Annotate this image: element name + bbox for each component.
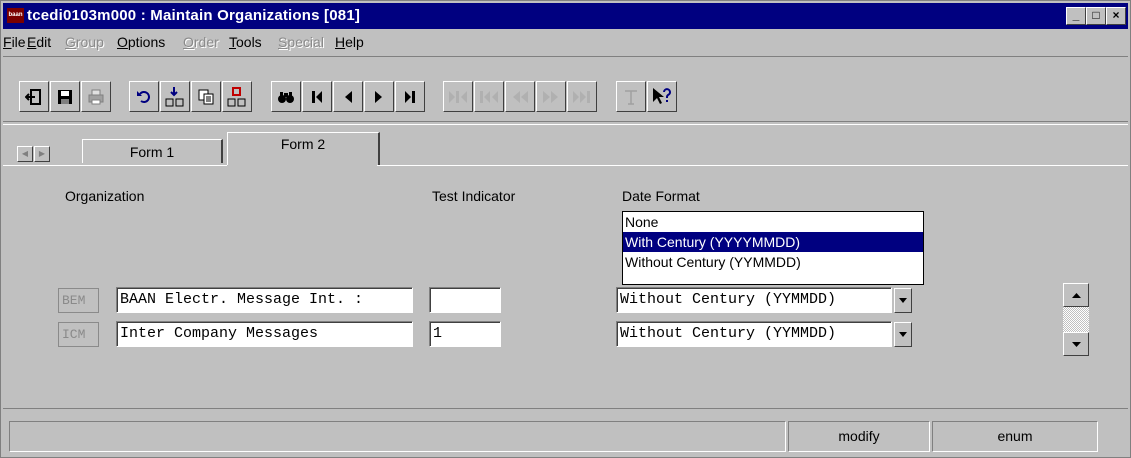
undo-button[interactable] [129,81,159,112]
test-indicator-field[interactable]: 1 [429,321,501,347]
first-group-icon [449,90,467,103]
toolbar [3,56,1128,127]
date-format-select[interactable]: Without Century (YYMMDD) [616,287,892,313]
find-button[interactable] [271,81,301,112]
organization-column-label: Organization [65,188,145,204]
insert-record-icon [165,86,184,106]
arrow-down-icon [1071,341,1081,347]
organization-description-field[interactable]: BAAN Electr. Message Int. : [116,287,413,313]
date-format-dropdown-list: None With Century (YYYYMMDD) Without Cen… [622,211,924,285]
menu-help[interactable]: Help [335,34,364,50]
save-button[interactable] [50,81,80,112]
dropdown-option-with-century[interactable]: With Century (YYYYMMDD) [623,232,923,252]
exit-icon [25,88,41,105]
first-record-icon [312,90,322,103]
scrollbar-track[interactable] [1063,307,1089,332]
scroll-down-button[interactable] [1063,332,1089,356]
last-record-icon [405,90,415,103]
find-icon [278,91,294,103]
menu-group[interactable]: Group [65,34,104,50]
previous-set-button[interactable] [505,81,535,112]
undo-icon [137,90,150,103]
test-indicator-field[interactable] [429,287,501,313]
title-bar[interactable]: baan tcedi0103m000 : Maintain Organizati… [3,3,1128,29]
first-record-button[interactable] [302,81,332,112]
exit-button[interactable] [19,81,49,112]
print-icon [88,89,104,104]
context-help-button[interactable] [647,81,677,112]
organization-code-field[interactable]: ICM [58,322,99,347]
close-button[interactable]: × [1106,7,1126,25]
text-icon [625,89,637,105]
last-group-button[interactable] [567,81,597,112]
next-set-button[interactable] [536,81,566,112]
minimize-icon: _ [1072,8,1080,22]
menu-order[interactable]: Order [183,34,219,50]
menu-bar: File Edit Group Options Order Tools Spec… [3,31,1128,53]
chevron-down-icon [899,298,907,303]
baan-app-icon[interactable]: baan [7,8,24,23]
status-mode: modify [788,421,930,452]
tab-form-2[interactable]: Form 2 [227,132,380,165]
copy-icon [198,89,214,104]
previous-record-button[interactable] [333,81,363,112]
active-tab-gap [227,165,377,166]
window-title: tcedi0103m000 : Maintain Organizations [… [27,7,361,24]
scroll-up-button[interactable] [1063,283,1089,307]
test-indicator-column-label: Test Indicator [432,188,516,204]
next-set-icon [543,90,558,103]
first-group-button[interactable] [443,81,473,112]
date-format-dropdown-button[interactable] [894,322,912,347]
previous-set-icon [513,90,528,103]
dropdown-option-without-century[interactable]: Without Century (YYMMDD) [623,252,923,272]
date-format-column-label: Date Format [622,188,700,204]
previous-record-icon [345,90,352,103]
previous-group-icon [480,90,498,103]
chevron-down-icon [899,332,907,337]
close-icon: × [1112,8,1120,22]
delete-record-icon [227,86,246,106]
organization-description-field[interactable]: Inter Company Messages [116,321,413,347]
menu-file[interactable]: File [3,34,26,50]
last-record-button[interactable] [395,81,425,112]
organization-code-field[interactable]: BEM [58,288,99,313]
tab-baseline [3,165,1128,166]
menu-edit[interactable]: Edit [27,34,51,50]
status-bar: modify enum [3,408,1128,458]
print-button[interactable] [81,81,111,112]
copy-button[interactable] [191,81,221,112]
tab-form-1[interactable]: Form 1 [82,139,223,163]
arrow-up-icon [1071,292,1081,298]
text-button[interactable] [616,81,646,112]
date-format-select[interactable]: Without Century (YYMMDD) [616,321,892,347]
delete-record-button[interactable] [222,81,252,112]
menu-tools[interactable]: Tools [229,34,262,50]
menu-special[interactable]: Special [278,34,324,50]
status-field-type: enum [932,421,1098,452]
dropdown-option-none[interactable]: None [623,212,923,232]
minimize-button[interactable]: _ [1066,7,1086,25]
next-record-icon [375,90,382,103]
date-format-dropdown-button[interactable] [894,288,912,313]
context-help-icon [653,87,671,104]
save-icon [58,89,72,104]
toolbar-separator [3,121,1128,125]
maximize-icon: □ [1092,8,1100,22]
application-window: baan tcedi0103m000 : Maintain Organizati… [0,0,1131,458]
tab-scroll-right-button[interactable]: ▶ [34,146,50,162]
status-message [9,421,786,452]
last-group-icon [573,90,590,103]
tab-row: ◀ ▶ Form 1 Form 2 [3,129,1128,165]
tab-scroll-left-button[interactable]: ◀ [17,146,33,162]
insert-record-button[interactable] [160,81,190,112]
previous-group-button[interactable] [474,81,504,112]
menu-options[interactable]: Options [117,34,165,50]
maximize-button[interactable]: □ [1086,7,1106,25]
next-record-button[interactable] [364,81,394,112]
